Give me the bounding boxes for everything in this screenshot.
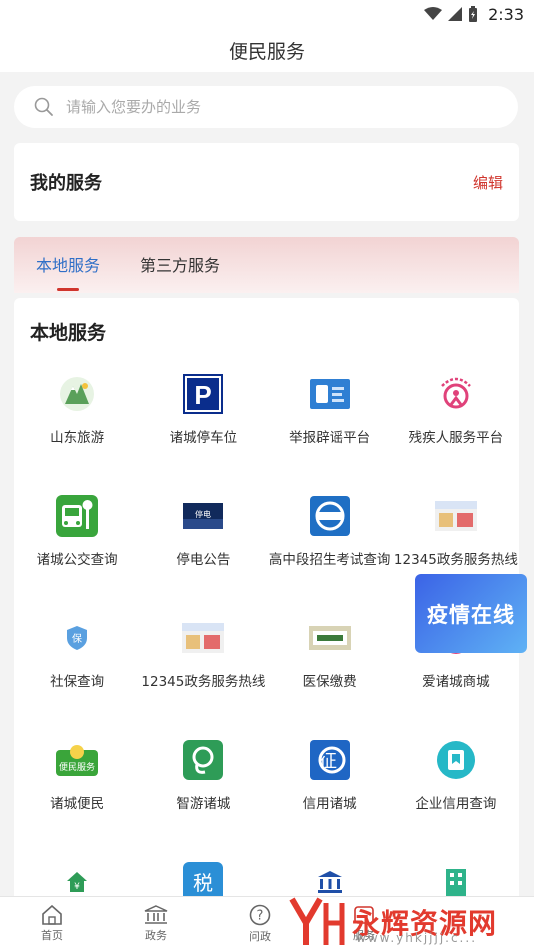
- epidemic-online-label: 疫情在线: [427, 602, 515, 627]
- service-label: 12345政务服务热线: [141, 674, 266, 690]
- nav-label: 政务: [145, 929, 167, 942]
- watermark-url: www.yhkjjjj.c...: [356, 931, 478, 945]
- medical-insurance-icon: [308, 616, 352, 660]
- status-bar: 2:33: [0, 0, 534, 28]
- service-label: 12345政务服务热线: [393, 552, 518, 568]
- watermark: 永辉资源网 www.yhkjjjj.c...: [286, 893, 531, 950]
- convenience-icon: 便民服务: [55, 738, 99, 782]
- service-item-parking[interactable]: P 诸城停车位: [140, 368, 266, 490]
- service-item-hotline-2[interactable]: 12345政务服务热线: [140, 612, 266, 734]
- service-label: 诸城公交查询: [36, 552, 118, 568]
- exam-query-icon: [308, 494, 352, 538]
- my-services-title: 我的服务: [30, 173, 102, 194]
- battery-icon: [469, 6, 478, 22]
- svg-text:税: 税: [193, 871, 213, 895]
- svg-text:保: 保: [72, 632, 82, 645]
- wifi-icon: [424, 7, 443, 20]
- svg-text:停电: 停电: [195, 509, 211, 519]
- service-label: 社保查询: [50, 674, 105, 690]
- epidemic-online-badge[interactable]: 疫情在线: [415, 574, 527, 653]
- parking-icon: P: [181, 372, 225, 416]
- service-label: 高中段招生考试查询: [268, 552, 391, 568]
- service-label: 医保缴费: [302, 674, 357, 690]
- nav-government[interactable]: 政务: [104, 897, 208, 951]
- svg-text:便民服务: 便民服务: [59, 761, 95, 773]
- power-outage-icon: 停电: [181, 494, 225, 538]
- service-tabs: 本地服务 第三方服务: [14, 237, 519, 293]
- svg-text:¥: ¥: [74, 882, 80, 892]
- home-icon: [42, 905, 62, 925]
- enterprise-credit-icon: [434, 738, 478, 782]
- search-bar[interactable]: [14, 86, 518, 128]
- nav-home[interactable]: 首页: [0, 897, 104, 951]
- service-label: 山东旅游: [50, 430, 105, 446]
- disability-icon: [434, 372, 478, 416]
- section-title: 本地服务: [30, 322, 107, 344]
- tab-third-party-services[interactable]: 第三方服务: [140, 249, 220, 293]
- bus-icon: [55, 494, 99, 538]
- report-icon: [308, 372, 352, 416]
- service-item-enterprise-credit[interactable]: 企业信用查询: [393, 734, 519, 856]
- service-item-shandong-tourism[interactable]: 山东旅游: [14, 368, 140, 490]
- service-item-social-security[interactable]: 保 社保查询: [14, 612, 140, 734]
- service-label: 信用诸城: [302, 796, 357, 812]
- watermark-logo-icon: [289, 896, 345, 945]
- search-icon: [34, 97, 53, 116]
- service-item-disability-service[interactable]: 残疾人服务平台: [393, 368, 519, 490]
- nav-label: 首页: [41, 929, 63, 942]
- service-item-credit[interactable]: 征 信用诸城: [267, 734, 393, 856]
- status-time: 2:33: [488, 4, 524, 24]
- hotline-icon: [434, 494, 478, 538]
- svg-text:征: 征: [319, 751, 337, 772]
- service-item-power-outage[interactable]: 停电 停电公告: [140, 490, 266, 612]
- page-title: 便民服务: [228, 40, 305, 63]
- tourism-icon: [55, 372, 99, 416]
- nav-label: 问政: [249, 930, 271, 943]
- tab-local-services[interactable]: 本地服务: [36, 249, 100, 293]
- svg-text:?: ?: [257, 909, 264, 924]
- edit-button[interactable]: 编辑: [473, 172, 503, 193]
- search-input[interactable]: [64, 97, 468, 117]
- my-services-card: 我的服务 编辑: [14, 143, 519, 221]
- social-security-icon: 保: [55, 616, 99, 660]
- service-label: 企业信用查询: [415, 796, 497, 812]
- app-bar: 便民服务: [0, 28, 534, 72]
- service-label: 智游诸城: [176, 796, 231, 812]
- question-icon: ?: [249, 904, 271, 926]
- service-item-report-platform[interactable]: 举报辟谣平台: [267, 368, 393, 490]
- government-icon: [144, 905, 168, 924]
- service-item-bus-query[interactable]: 诸城公交查询: [14, 490, 140, 612]
- service-item-medical-insurance[interactable]: 医保缴费: [267, 612, 393, 734]
- service-label: 爱诸城商城: [422, 674, 490, 690]
- service-label: 诸城停车位: [169, 430, 238, 446]
- credit-icon: 征: [308, 738, 352, 782]
- service-item-exam-query[interactable]: 高中段招生考试查询: [267, 490, 393, 612]
- service-item-convenience[interactable]: 便民服务 诸城便民: [14, 734, 140, 856]
- service-label: 诸城便民: [50, 796, 105, 812]
- hotline-icon: [181, 616, 225, 660]
- smart-tour-icon: [181, 738, 225, 782]
- signal-icon: [448, 7, 463, 21]
- service-item-smart-tour[interactable]: 智游诸城: [140, 734, 266, 856]
- svg-text:P: P: [195, 380, 212, 410]
- service-label: 举报辟谣平台: [289, 430, 371, 446]
- service-label: 停电公告: [176, 552, 231, 568]
- service-label: 残疾人服务平台: [408, 430, 504, 446]
